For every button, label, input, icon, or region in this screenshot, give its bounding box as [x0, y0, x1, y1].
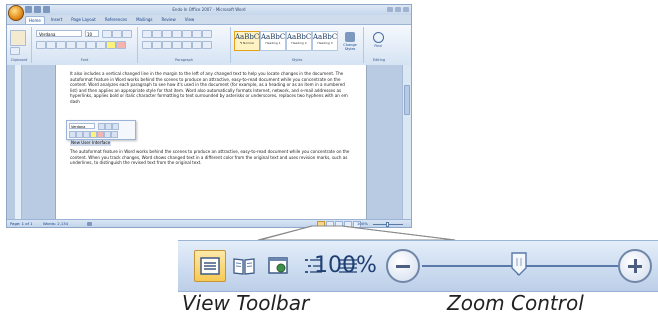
- web-layout-button[interactable]: [262, 250, 294, 282]
- web-layout-icon: [268, 257, 288, 274]
- full-screen-reading-button[interactable]: [228, 250, 260, 282]
- zoomed-status-bar: 100%: [178, 240, 658, 292]
- plus-icon-vertical: [634, 259, 637, 273]
- caption-view-toolbar: View Toolbar: [182, 291, 310, 315]
- zoom-percent[interactable]: 100%: [314, 250, 377, 282]
- print-layout-icon: [200, 257, 220, 275]
- book-icon: [233, 258, 255, 275]
- zoom-slider-thumb[interactable]: [511, 252, 527, 276]
- caption-zoom-control: Zoom Control: [447, 291, 584, 315]
- zoom-in-button[interactable]: [618, 249, 652, 283]
- zoom-out-button[interactable]: [386, 249, 420, 283]
- minus-icon: [396, 265, 410, 268]
- slider-thumb-icon: [511, 252, 527, 276]
- print-layout-button[interactable]: [194, 250, 226, 282]
